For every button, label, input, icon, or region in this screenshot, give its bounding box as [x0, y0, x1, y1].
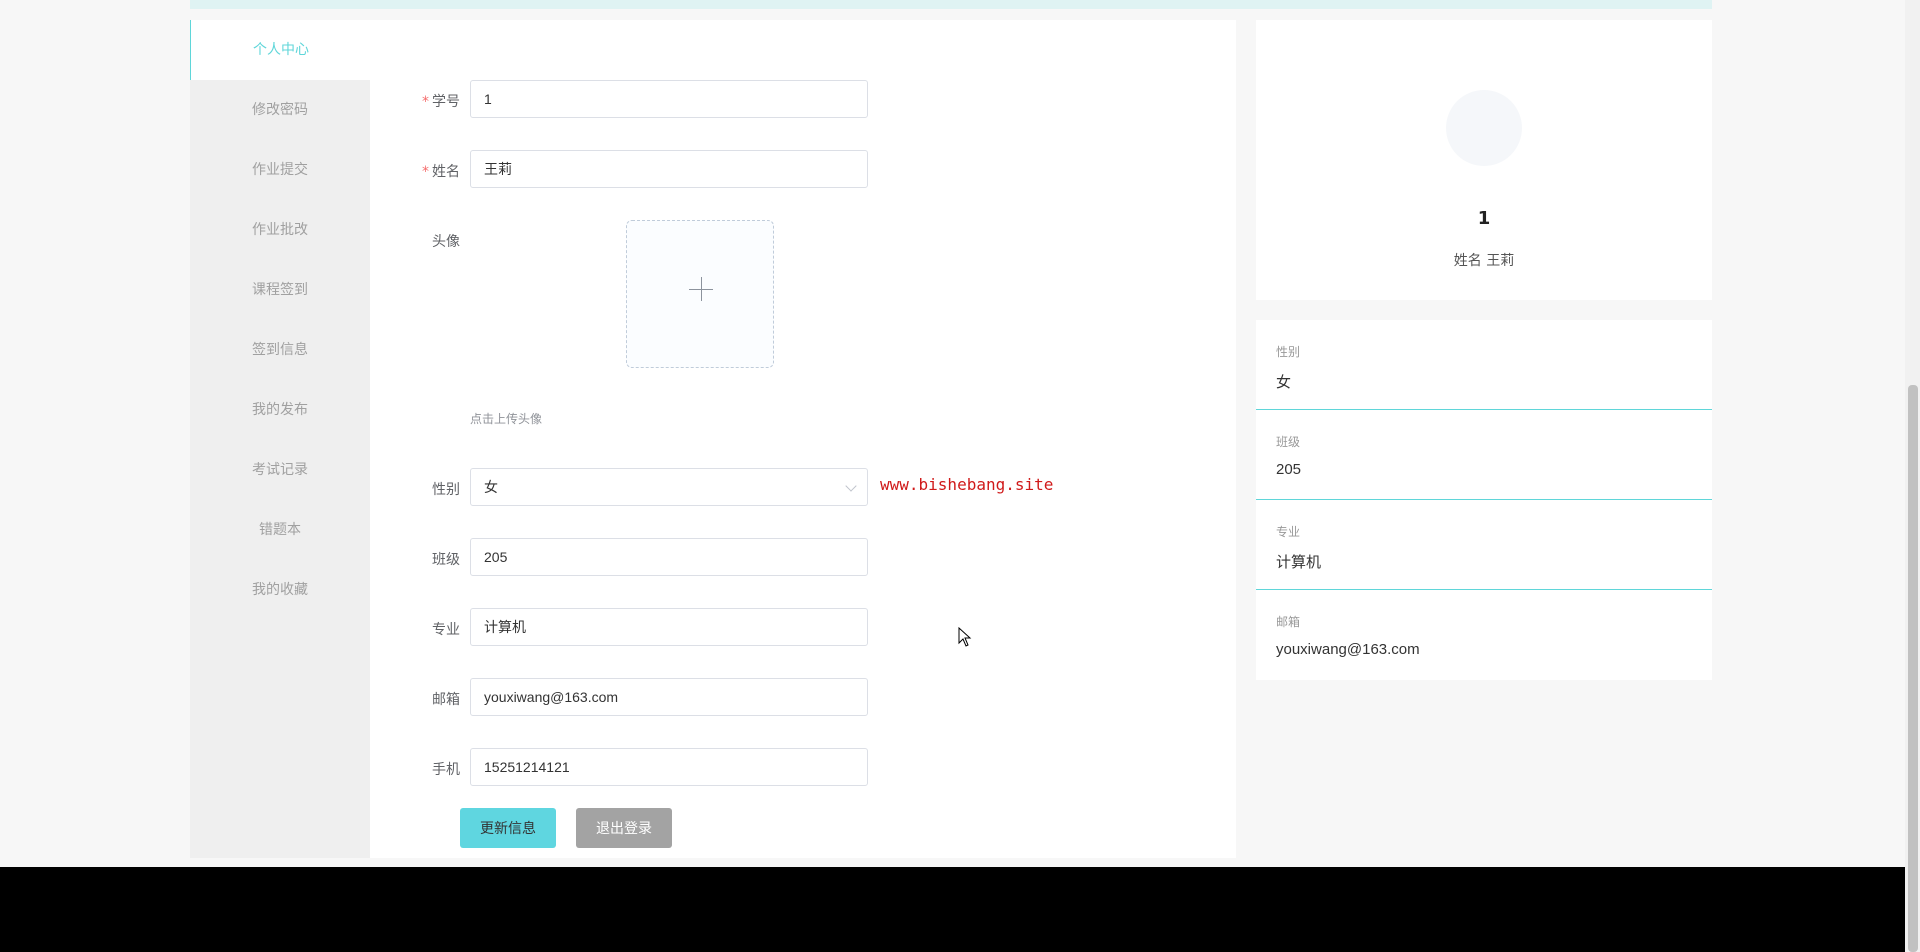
- sidebar-item-wrong-questions[interactable]: 错题本: [190, 500, 370, 560]
- profile-form-panel: *学号 *姓名 头像 点击上传头像 性别 女 www.bishebang.sit…: [370, 20, 1236, 858]
- info-value: 女: [1276, 374, 1292, 391]
- info-value: 205: [1276, 461, 1302, 478]
- student-id-label-text: 学号: [432, 94, 460, 110]
- sidebar-item-personal-center[interactable]: 个人中心: [190, 20, 371, 80]
- gender-select-value: 女: [484, 479, 498, 495]
- sidebar-item-my-posts[interactable]: 我的发布: [190, 380, 370, 440]
- info-item-class: 班级 205: [1256, 410, 1712, 500]
- sidebar-item-homework-submit[interactable]: 作业提交: [190, 140, 370, 200]
- phone-label: 手机: [432, 762, 460, 778]
- info-label: 性别: [1276, 345, 1301, 359]
- major-input[interactable]: [470, 608, 868, 646]
- info-label: 邮箱: [1276, 615, 1301, 629]
- sidebar-item-exam-records[interactable]: 考试记录: [190, 440, 370, 500]
- info-item-gender: 性别 女: [1256, 320, 1712, 410]
- sidebar-item-homework-grading[interactable]: 作业批改: [190, 200, 370, 260]
- profile-name: 姓名 王莉: [1453, 253, 1515, 269]
- email-input[interactable]: [470, 678, 868, 716]
- info-value: youxiwang@163.com: [1276, 641, 1420, 658]
- gender-select[interactable]: 女: [470, 468, 868, 506]
- profile-id: 1: [1477, 208, 1491, 229]
- sidebar-item-change-password[interactable]: 修改密码: [190, 80, 370, 140]
- scrollbar-thumb[interactable]: [1908, 385, 1918, 952]
- student-id-label: * 学号: [370, 91, 460, 111]
- name-label: * 姓名: [370, 161, 460, 181]
- logout-button[interactable]: 退出登录: [576, 808, 672, 848]
- info-value: 计算机: [1276, 554, 1322, 571]
- bottom-black-bar: [0, 867, 1920, 952]
- watermark-text: www.bishebang.site: [880, 475, 1054, 494]
- info-item-major: 专业 计算机: [1256, 500, 1712, 590]
- sidebar-item-checkin-info[interactable]: 签到信息: [190, 320, 370, 380]
- plus-icon-vertical: [701, 277, 702, 301]
- mouse-pointer-icon: [958, 627, 972, 647]
- phone-input[interactable]: [470, 748, 868, 786]
- student-id-input[interactable]: [470, 80, 868, 118]
- info-label: 专业: [1276, 525, 1301, 539]
- top-banner-strip: [190, 0, 1712, 9]
- class-input[interactable]: [470, 538, 868, 576]
- name-label-text: 姓名: [432, 164, 460, 180]
- sidebar-nav: 个人中心 修改密码 作业提交 作业批改 课程签到 签到信息 我的发布 考试记录 …: [190, 20, 371, 858]
- class-label: 班级: [432, 552, 460, 568]
- sidebar-item-course-checkin[interactable]: 课程签到: [190, 260, 370, 320]
- update-info-button[interactable]: 更新信息: [460, 808, 556, 848]
- major-label: 专业: [432, 622, 460, 638]
- avatar: [1446, 90, 1522, 166]
- profile-card: 1 姓名 王莉: [1256, 20, 1712, 300]
- info-item-email: 邮箱 youxiwang@163.com: [1256, 590, 1712, 680]
- required-mark: *: [422, 94, 429, 110]
- name-input[interactable]: [470, 150, 868, 188]
- email-label: 邮箱: [432, 692, 460, 708]
- avatar-upload-box[interactable]: [626, 220, 774, 368]
- profile-info-list: 性别 女 班级 205 专业 计算机 邮箱 youxiwang@163.com: [1256, 320, 1712, 680]
- info-label: 班级: [1276, 435, 1301, 449]
- avatar-upload-tip: 点击上传头像: [470, 412, 543, 426]
- sidebar-item-my-favorites[interactable]: 我的收藏: [190, 560, 370, 620]
- avatar-label: 头像: [432, 234, 460, 250]
- gender-label: 性别: [432, 482, 460, 498]
- required-mark: *: [422, 164, 429, 180]
